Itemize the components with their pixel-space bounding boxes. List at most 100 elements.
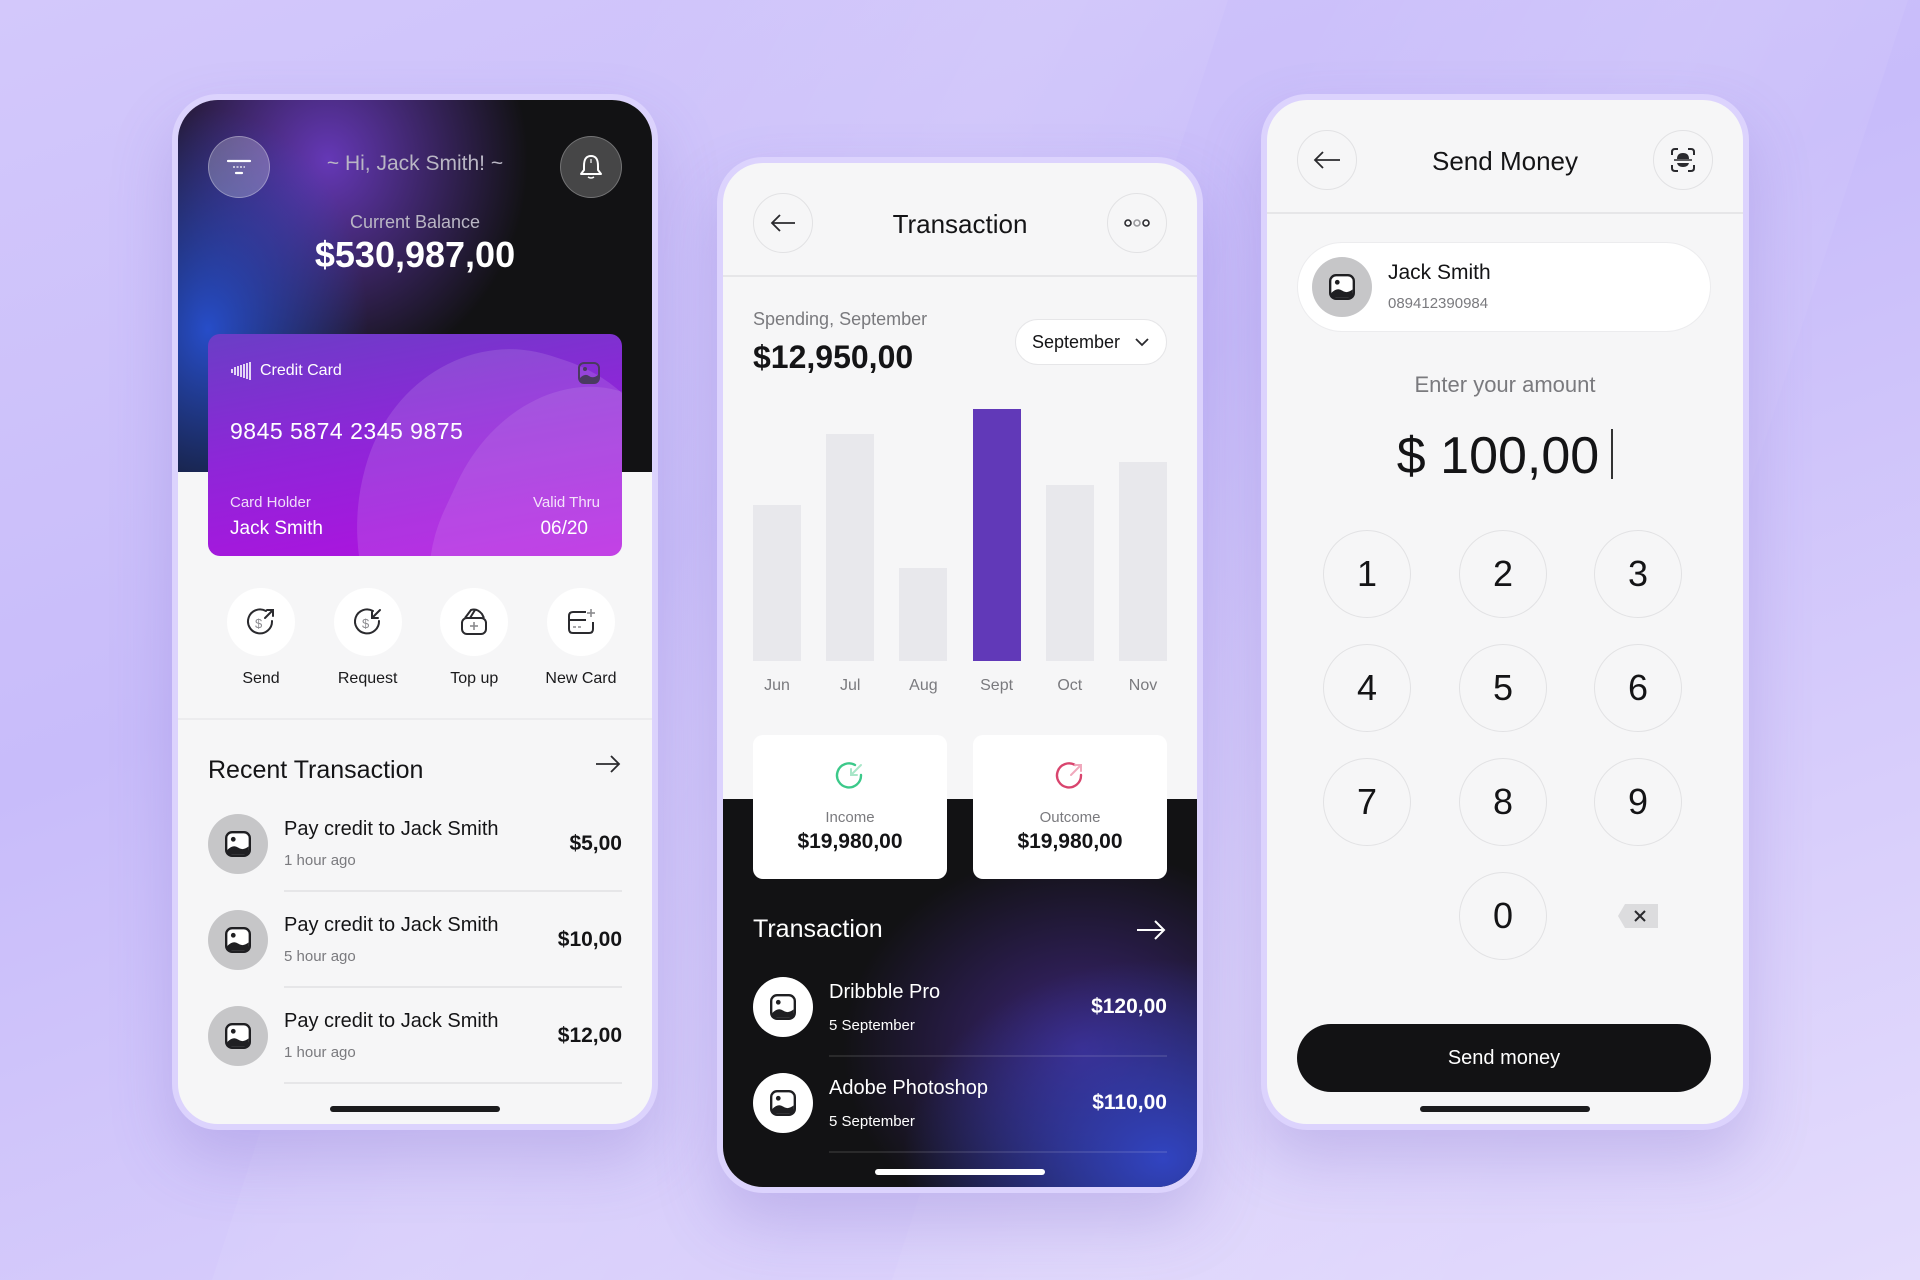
transaction-list: Dribbble Pro 5 September $120,00 Adobe P… bbox=[753, 977, 1167, 1169]
more-options-button[interactable] bbox=[1107, 193, 1167, 253]
image-placeholder-icon bbox=[770, 1090, 796, 1116]
chart-bar-aug[interactable] bbox=[899, 567, 948, 661]
key-0[interactable]: 0 bbox=[1459, 872, 1547, 960]
chart-x-tick-label: Oct bbox=[1057, 677, 1083, 694]
outcome-value: $19,980,00 bbox=[1017, 830, 1123, 853]
avatar bbox=[1312, 257, 1372, 317]
transaction-date: 5 September bbox=[829, 1113, 915, 1130]
card-logo-icon bbox=[231, 362, 251, 380]
card-valid-value: 06/20 bbox=[540, 518, 588, 539]
card-number: 9845 5874 2345 9875 bbox=[230, 418, 464, 444]
recent-transaction-title: Recent Transaction bbox=[208, 756, 424, 784]
key-4[interactable]: 4 bbox=[1323, 644, 1411, 732]
chart-bar-oct[interactable] bbox=[1045, 484, 1094, 661]
chart-x-tick-label: Jun bbox=[764, 677, 790, 694]
spending-bar-chart: Jun Jul Aug Sept Oct Nov bbox=[753, 403, 1167, 703]
income-card[interactable]: Income $19,980,00 bbox=[753, 735, 947, 879]
more-dots-icon bbox=[1124, 219, 1150, 227]
chart-x-tick-label: Sept bbox=[980, 677, 1014, 694]
scan-button[interactable] bbox=[1653, 130, 1713, 190]
recent-transaction-item[interactable]: Pay credit to Jack Smith 1 hour ago $12,… bbox=[208, 1006, 622, 1102]
new-card-action-button[interactable]: New Card bbox=[538, 588, 624, 688]
key-7[interactable]: 7 bbox=[1323, 758, 1411, 846]
income-label: Income bbox=[825, 809, 875, 826]
chart-x-tick-label: Nov bbox=[1128, 677, 1158, 694]
chart-bar-nov[interactable] bbox=[1119, 461, 1167, 661]
image-placeholder-icon bbox=[1329, 274, 1355, 300]
chart-x-tick-label: Jul bbox=[839, 677, 861, 694]
balance-label: Current Balance bbox=[349, 212, 481, 232]
key-8[interactable]: 8 bbox=[1459, 758, 1547, 846]
income-arrow-icon bbox=[835, 762, 863, 789]
transaction-title: Adobe Photoshop bbox=[829, 1077, 989, 1099]
image-placeholder-icon bbox=[225, 1023, 251, 1049]
topup-action-button[interactable]: Top up bbox=[431, 588, 517, 688]
notification-button[interactable] bbox=[560, 136, 622, 198]
recent-transaction-item[interactable]: Pay credit to Jack Smith 1 hour ago $5,0… bbox=[208, 814, 622, 910]
transaction-time: 1 hour ago bbox=[284, 852, 356, 869]
month-dropdown[interactable]: September bbox=[1015, 319, 1167, 365]
chart-bar-jun[interactable] bbox=[753, 504, 801, 661]
top-bar: Transaction bbox=[723, 163, 1197, 277]
dollar-request-icon: $ bbox=[353, 608, 381, 635]
transaction-title: Dribbble Pro bbox=[829, 981, 941, 1003]
send-money-button[interactable]: Send money bbox=[1297, 1024, 1711, 1092]
key-1[interactable]: 1 bbox=[1323, 530, 1411, 618]
new-card-action-label: New Card bbox=[545, 670, 617, 687]
row-divider bbox=[829, 1151, 1167, 1153]
avatar bbox=[208, 814, 268, 874]
transaction-amount: $10,00 bbox=[557, 928, 622, 951]
key-5[interactable]: 5 bbox=[1459, 644, 1547, 732]
home-indicator bbox=[875, 1169, 1045, 1175]
svg-text:$: $ bbox=[362, 616, 370, 631]
outcome-card[interactable]: Outcome $19,980,00 bbox=[973, 735, 1167, 879]
arrow-right-icon bbox=[596, 755, 621, 773]
home-indicator bbox=[1420, 1106, 1590, 1112]
transaction-screen-phone: Transaction Spending, September $12,950,… bbox=[717, 157, 1203, 1193]
key-3[interactable]: 3 bbox=[1594, 530, 1682, 618]
request-action-label: Request bbox=[337, 670, 398, 687]
avatar bbox=[753, 977, 813, 1037]
card-holder-label: Card Holder bbox=[230, 494, 311, 511]
spending-value: $12,950,00 bbox=[753, 339, 914, 375]
transaction-amount: $120,00 bbox=[1091, 995, 1167, 1018]
spending-label: Spending, September bbox=[753, 309, 928, 329]
credit-card[interactable]: Credit Card 9845 5874 2345 9875 Card Hol… bbox=[208, 334, 622, 556]
transaction-item[interactable]: Adobe Photoshop 5 September $110,00 bbox=[753, 1073, 1167, 1169]
topup-action-label: Top up bbox=[450, 670, 499, 687]
scan-icon bbox=[1671, 148, 1695, 172]
chevron-down-icon bbox=[1135, 338, 1149, 347]
send-action-label: Send bbox=[242, 670, 280, 687]
amount-input[interactable]: $ 100,00 bbox=[1267, 426, 1743, 486]
request-action-button[interactable]: $ Request bbox=[325, 588, 411, 688]
card-brand: Credit Card bbox=[230, 360, 342, 382]
card-holder-name: Jack Smith bbox=[230, 518, 323, 539]
key-6[interactable]: 6 bbox=[1594, 644, 1682, 732]
card-add-icon bbox=[567, 609, 595, 634]
send-action-button[interactable]: $ Send bbox=[218, 588, 304, 688]
recipient-card[interactable]: Jack Smith 089412390984 bbox=[1297, 242, 1711, 332]
income-value: $19,980,00 bbox=[797, 830, 903, 853]
wallet-add-icon bbox=[461, 608, 488, 635]
key-2[interactable]: 2 bbox=[1459, 530, 1547, 618]
home-screen-phone: ~ Hi, Jack Smith! ~ Current Balance $530… bbox=[172, 94, 658, 1130]
transaction-title: Pay credit to Jack Smith bbox=[284, 1010, 499, 1032]
chart-bar-jul[interactable] bbox=[826, 434, 875, 661]
amount-value: $ 100,00 bbox=[1396, 427, 1600, 485]
chart-bar-sept[interactable] bbox=[972, 409, 1021, 661]
image-placeholder-icon bbox=[770, 994, 796, 1020]
transaction-item[interactable]: Dribbble Pro 5 September $120,00 bbox=[753, 977, 1167, 1073]
see-all-recent-button[interactable] bbox=[594, 754, 622, 779]
quick-actions: $ Send $ Request Top up New Card bbox=[218, 588, 624, 688]
row-divider bbox=[284, 890, 622, 892]
key-9[interactable]: 9 bbox=[1594, 758, 1682, 846]
transaction-time: 1 hour ago bbox=[284, 1044, 356, 1061]
backspace-button[interactable] bbox=[1594, 872, 1682, 960]
send-money-screen-phone: Send Money Jack Smith 089412390984 Enter… bbox=[1261, 94, 1749, 1130]
chart-x-tick-label: Aug bbox=[909, 677, 938, 694]
dollar-send-icon: $ bbox=[247, 608, 274, 635]
recent-transaction-item[interactable]: Pay credit to Jack Smith 5 hour ago $10,… bbox=[208, 910, 622, 1006]
transaction-amount: $5,00 bbox=[569, 832, 622, 855]
see-all-transactions-button[interactable] bbox=[1135, 919, 1167, 946]
card-valid-label: Valid Thru bbox=[533, 494, 600, 511]
